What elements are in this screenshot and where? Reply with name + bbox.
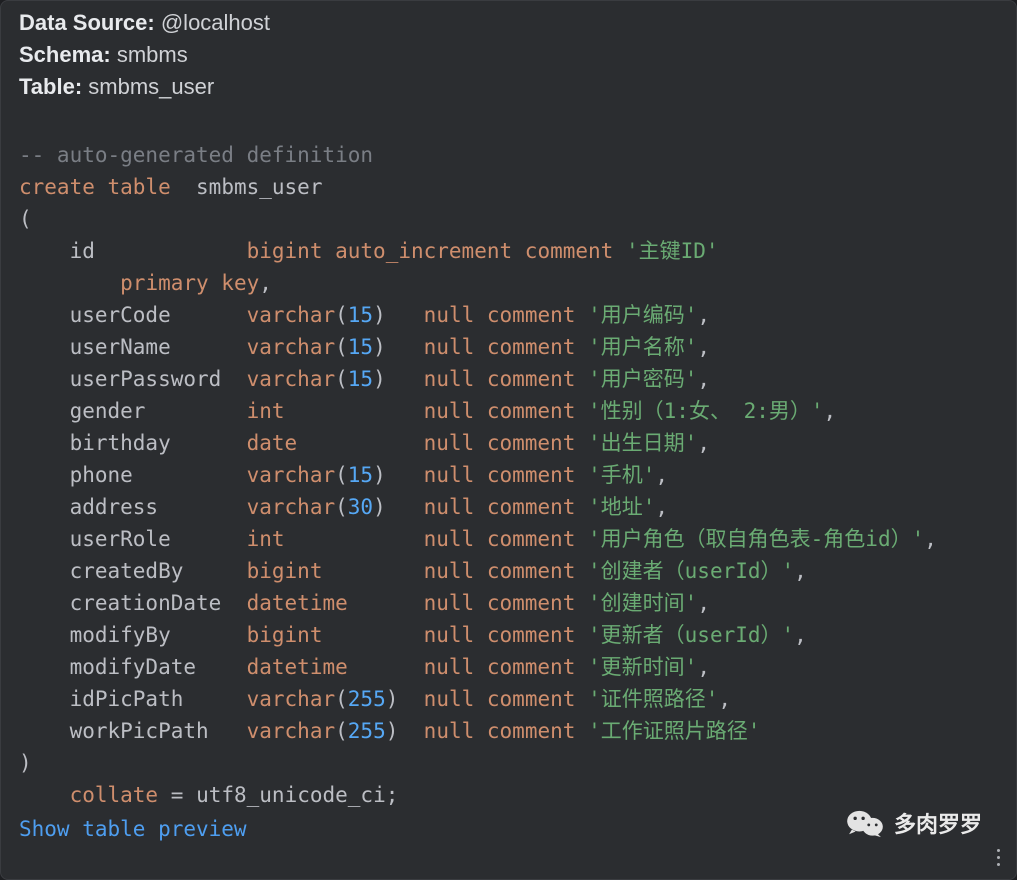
watermark-text: 多肉罗罗 [894,807,982,839]
meta-data-source-label: Data Source: [19,10,155,35]
ddl-tooltip-panel: Data Source: @localhost Schema: smbms Ta… [0,0,1017,880]
show-table-preview-link[interactable]: Show table preview [19,817,247,841]
more-menu-icon[interactable] [988,843,1008,871]
meta-data-source: Data Source: @localhost [19,7,998,39]
watermark: 多肉罗罗 [846,807,982,839]
meta-data-source-value: @localhost [161,10,270,35]
meta-table-value: smbms_user [88,74,214,99]
meta-table-label: Table: [19,74,82,99]
meta-schema: Schema: smbms [19,39,998,71]
meta-schema-label: Schema: [19,42,111,67]
meta-schema-value: smbms [117,42,188,67]
wechat-icon [846,808,884,838]
meta-table: Table: smbms_user [19,71,998,103]
ddl-code-block: -- auto-generated definition create tabl… [19,139,998,811]
meta-block: Data Source: @localhost Schema: smbms Ta… [19,5,998,103]
